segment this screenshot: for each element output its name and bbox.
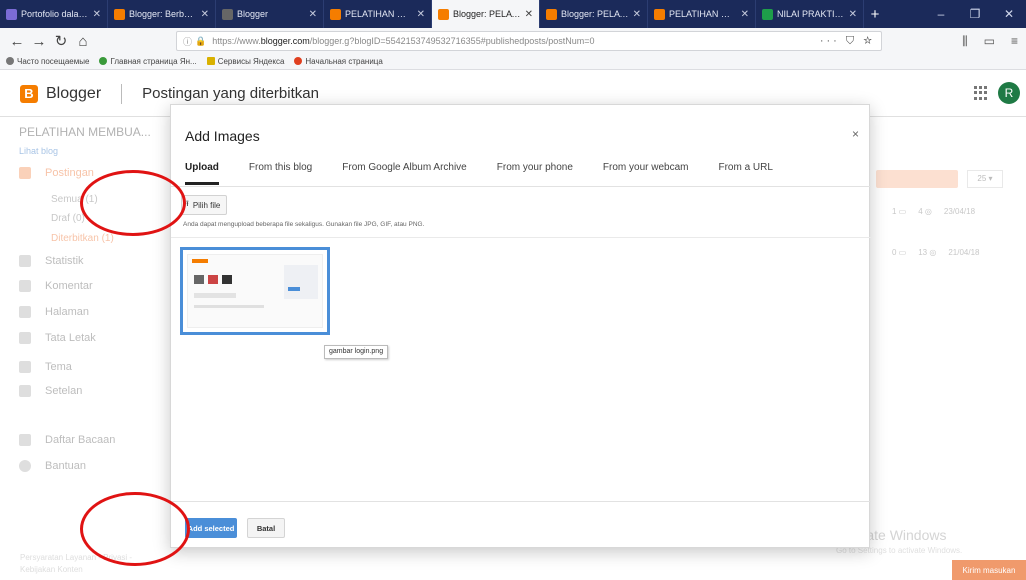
dialog-tabs: Upload From this blog From Google Album … bbox=[185, 161, 773, 187]
browser-tab[interactable]: Portofolio dalam Bl ✕ bbox=[0, 0, 108, 28]
hint-divider bbox=[171, 237, 871, 238]
dialog-title: Add Images bbox=[185, 128, 260, 144]
tab-close-icon[interactable]: ✕ bbox=[633, 9, 641, 20]
annotation-circle-upload bbox=[80, 170, 186, 236]
tab-title: PELATIHAN MEMBUA bbox=[345, 9, 413, 19]
tab-close-icon[interactable]: ✕ bbox=[741, 9, 749, 20]
choose-file-button[interactable]: ⭱ Pilih file bbox=[181, 195, 227, 215]
tab-from-your-phone[interactable]: From your phone bbox=[497, 161, 573, 185]
page-actions-icon[interactable]: ··· ⛉ ☆ bbox=[820, 35, 875, 48]
tab-from-a-url[interactable]: From a URL bbox=[718, 161, 772, 185]
browser-tab[interactable]: Blogger: PELATIHAN ✕ bbox=[432, 0, 540, 28]
tab-google-album-archive[interactable]: From Google Album Archive bbox=[342, 161, 467, 185]
footer-divider bbox=[171, 501, 871, 502]
cancel-button[interactable]: Batal bbox=[247, 518, 285, 538]
globe-icon bbox=[294, 57, 303, 65]
bookmark-frequent[interactable]: Часто посещаемые bbox=[6, 57, 89, 66]
tab-favicon-icon bbox=[6, 8, 17, 20]
new-tab-button[interactable]: + bbox=[864, 0, 886, 28]
apps-grid-icon[interactable] bbox=[974, 86, 988, 100]
browser-toolbar-right: ⫼ ▭ ≡ bbox=[962, 34, 1018, 49]
tab-from-your-webcam[interactable]: From your webcam bbox=[603, 161, 689, 185]
bookmark-yandex-home[interactable]: Главная страница Ян... bbox=[99, 57, 197, 66]
browser-tab[interactable]: NILAI PRAKTIKUM ✕ bbox=[756, 0, 864, 28]
home-icon[interactable]: ⌂ bbox=[72, 33, 94, 50]
gear-icon bbox=[6, 57, 14, 65]
tab-favicon-icon bbox=[654, 8, 665, 20]
lock-icon: 🔒 bbox=[195, 35, 207, 46]
tab-from-this-blog[interactable]: From this blog bbox=[249, 161, 312, 185]
choose-file-label: Pilih file bbox=[192, 200, 221, 210]
tab-title: Blogger: PELATIHA bbox=[561, 9, 629, 19]
bookmark-start-page[interactable]: Начальная страница bbox=[294, 57, 383, 66]
url-path: /blogger.g?blogID=5542153749532716355#pu… bbox=[309, 36, 595, 46]
menu-icon[interactable]: ≡ bbox=[1011, 34, 1018, 49]
info-icon[interactable]: ⓘ bbox=[183, 35, 192, 48]
header-divider bbox=[121, 83, 123, 104]
browser-navbar: ← → ↻ ⌂ ⓘ 🔒 https://www. blogger.com/blog… bbox=[0, 28, 1026, 54]
browser-tab[interactable]: PELATIHAN MEMBU ✕ bbox=[648, 0, 756, 28]
tab-favicon-icon bbox=[546, 8, 557, 20]
minimize-icon[interactable]: – bbox=[924, 7, 958, 21]
browser-tab[interactable]: Blogger: Berbagai L ✕ bbox=[108, 0, 216, 28]
tab-title: NILAI PRAKTIKUM bbox=[777, 9, 845, 19]
add-selected-button[interactable]: Add selected bbox=[185, 518, 237, 538]
tab-close-icon[interactable]: ✕ bbox=[525, 9, 533, 20]
browser-tab[interactable]: Blogger: PELATIHA ✕ bbox=[540, 0, 648, 28]
tab-divider bbox=[171, 186, 871, 187]
tab-title: Blogger: Berbagai L bbox=[129, 9, 197, 19]
avatar[interactable]: R bbox=[998, 82, 1020, 104]
image-thumbnail[interactable] bbox=[180, 247, 330, 335]
folder-icon bbox=[206, 57, 215, 65]
thumbnail-preview bbox=[187, 254, 323, 328]
back-icon[interactable]: ← bbox=[6, 33, 28, 50]
tab-favicon-icon bbox=[222, 8, 233, 20]
tab-title: Portofolio dalam Bl bbox=[21, 9, 89, 19]
tab-close-icon[interactable]: ✕ bbox=[201, 9, 209, 20]
browser-tab[interactable]: Blogger ✕ bbox=[216, 0, 324, 28]
browser-tab-strip: Portofolio dalam Bl ✕ Blogger: Berbagai L ✕… bbox=[0, 0, 1026, 28]
tab-title: PELATIHAN MEMBU bbox=[669, 9, 737, 19]
url-prefix: https://www. bbox=[212, 36, 261, 46]
reload-icon[interactable]: ↻ bbox=[50, 32, 72, 50]
tab-close-icon[interactable]: ✕ bbox=[309, 9, 317, 20]
tab-favicon-icon bbox=[438, 8, 449, 20]
sidebar-toggle-icon[interactable]: ▭ bbox=[984, 34, 995, 49]
brand-name: Blogger bbox=[46, 84, 102, 102]
page-title: Postingan yang diterbitkan bbox=[142, 85, 319, 102]
upload-hint: Anda dapat mengupload beberapa file seka… bbox=[183, 221, 425, 228]
thumbnail-caption: gambar login.png bbox=[324, 345, 389, 359]
url-bar[interactable]: ⓘ 🔒 https://www. blogger.com/blogger.g?bl… bbox=[176, 31, 882, 51]
upload-icon: ⭱ bbox=[186, 199, 189, 208]
blogger-logo-icon[interactable]: B bbox=[20, 84, 38, 103]
window-controls: – ❐ ✕ bbox=[924, 0, 1026, 28]
tab-favicon-icon bbox=[762, 8, 773, 20]
tab-close-icon[interactable]: ✕ bbox=[417, 9, 425, 20]
annotation-circle-add-selected bbox=[80, 492, 190, 566]
tab-close-icon[interactable]: ✕ bbox=[849, 9, 857, 20]
tab-favicon-icon bbox=[114, 8, 125, 20]
restore-icon[interactable]: ❐ bbox=[958, 7, 992, 21]
tab-title: Blogger bbox=[237, 9, 269, 19]
bookmark-yandex-services[interactable]: Сервисы Яндекса bbox=[206, 57, 284, 66]
library-icon[interactable]: ⫼ bbox=[962, 34, 968, 49]
close-window-icon[interactable]: ✕ bbox=[992, 7, 1026, 21]
url-domain: blogger.com bbox=[260, 36, 310, 46]
forward-icon[interactable]: → bbox=[28, 33, 50, 50]
tab-close-icon[interactable]: ✕ bbox=[93, 9, 101, 20]
globe-icon bbox=[99, 57, 108, 65]
tab-favicon-icon bbox=[330, 8, 341, 20]
bookmarks-bar: Часто посещаемые Главная страница Ян... … bbox=[0, 54, 1026, 70]
close-icon[interactable]: × bbox=[852, 127, 859, 141]
tab-upload[interactable]: Upload bbox=[185, 161, 219, 185]
add-images-dialog: Add Images × Upload From this blog From … bbox=[170, 104, 871, 548]
browser-tab[interactable]: PELATIHAN MEMBUA ✕ bbox=[324, 0, 432, 28]
tab-title: Blogger: PELATIHAN bbox=[453, 9, 521, 19]
